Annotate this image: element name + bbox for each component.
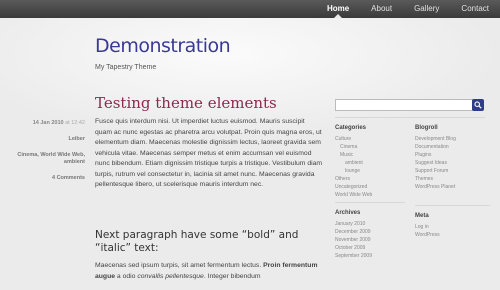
blogroll-item[interactable]: Development Blog — [415, 135, 490, 143]
meta-login-link[interactable]: Log in — [415, 223, 490, 231]
category-item[interactable]: Music — [335, 151, 405, 159]
category-item[interactable]: Others — [335, 175, 405, 183]
blogroll-item[interactable]: Themes — [415, 175, 490, 183]
blogroll-item[interactable]: Support Forum — [415, 167, 490, 175]
nav-gallery[interactable]: Gallery — [403, 0, 450, 18]
category-item[interactable]: ambient — [335, 159, 405, 167]
categories-heading: Categories — [335, 125, 367, 131]
category-item[interactable]: World Wide Web — [335, 191, 405, 199]
archive-item[interactable]: December 2009 — [335, 228, 405, 236]
meta-wordpress-link[interactable]: WordPress — [415, 231, 490, 239]
category-item[interactable]: Cinema — [335, 143, 405, 151]
blogroll-heading: Blogroll — [415, 125, 438, 131]
archive-item[interactable]: November 2009 — [335, 236, 405, 244]
site-title[interactable]: Demonstration — [95, 35, 231, 57]
sidebar-left: Categories Culture Cinema Music ambient … — [335, 124, 405, 260]
post-title[interactable]: Testing theme elements — [95, 94, 277, 112]
main-nav: Home About Gallery Contact — [316, 0, 500, 18]
blogroll-item[interactable]: Documentation — [415, 143, 490, 151]
post-paragraph-2: Maecenas sed ipsum turpis, sit amet ferm… — [95, 261, 323, 282]
site-tagline: My Tapestry Theme — [95, 64, 157, 71]
post-date: 14 Jan 2010 at 12:42 — [10, 120, 85, 127]
post-paragraph: Fusce quis interdum nisi. Ut imperdiet l… — [95, 118, 323, 188]
search-input[interactable] — [335, 99, 476, 111]
section-divider — [415, 205, 490, 206]
blogroll-item[interactable]: WordPress Planet — [415, 183, 490, 191]
sidebar-right: Blogroll Development Blog Documentation … — [415, 124, 490, 239]
meta-heading: Meta — [415, 213, 429, 219]
archive-item[interactable]: January 2010 — [335, 220, 405, 228]
para2-text-c: . Integer bibendum — [203, 272, 261, 280]
post-author[interactable]: Leiber — [10, 136, 85, 143]
blogroll-item[interactable]: Plugins — [415, 151, 490, 159]
post-time: at 12:42 — [65, 120, 85, 126]
search-icon — [474, 101, 482, 109]
post-meta: 14 Jan 2010 at 12:42 Leiber Cinema, Worl… — [10, 120, 85, 191]
para2-italic: convallis pellentesque — [137, 272, 204, 280]
post-comments-link[interactable]: 4 Comments — [10, 175, 85, 182]
blogroll-item[interactable]: Suggest Ideas — [415, 159, 490, 167]
sidebar-divider — [335, 117, 485, 118]
archives-heading: Archives — [335, 210, 361, 216]
nav-home[interactable]: Home — [316, 0, 360, 18]
post-subheading: Next paragraph have some “bold” and “ita… — [95, 229, 299, 254]
para2-text-a: Maecenas sed ipsum turpis, sit amet ferm… — [95, 262, 264, 269]
archive-item[interactable]: September 2009 — [335, 252, 405, 260]
archive-item[interactable]: October 2009 — [335, 244, 405, 252]
category-item[interactable]: lounge — [335, 167, 405, 175]
search-button[interactable] — [472, 99, 484, 111]
section-divider — [335, 202, 405, 203]
nav-contact[interactable]: Contact — [450, 0, 500, 18]
para2-text-b: a odio — [115, 272, 138, 280]
post-categories[interactable]: Cinema, World Wide Web, ambient — [10, 152, 85, 166]
category-item[interactable]: Culture — [335, 135, 405, 143]
post-body: Fusce quis interdum nisi. Ut imperdiet l… — [95, 117, 323, 191]
nav-about[interactable]: About — [360, 0, 403, 18]
category-item[interactable]: Uncategorized — [335, 183, 405, 191]
top-bar: Home About Gallery Contact — [0, 0, 500, 18]
post-date-text: 14 Jan 2010 — [32, 120, 64, 126]
